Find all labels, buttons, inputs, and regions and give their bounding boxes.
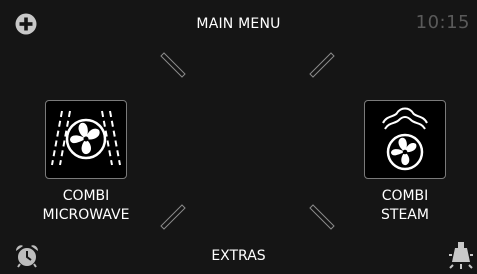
divider-bottom-right bbox=[307, 202, 337, 232]
combi-steam-icon bbox=[382, 107, 428, 171]
combi-steam-label: COMBI STEAM bbox=[350, 187, 460, 225]
combi-microwave-label-line1: COMBI bbox=[62, 188, 110, 204]
combi-microwave-icon bbox=[51, 110, 121, 166]
divider-top-right bbox=[307, 50, 337, 80]
combi-steam-button[interactable] bbox=[364, 100, 446, 179]
extras-button[interactable]: EXTRAS bbox=[0, 248, 477, 264]
divider-top-left bbox=[158, 50, 188, 80]
lamp-icon bbox=[449, 242, 473, 269]
divider-bottom-left bbox=[158, 202, 188, 232]
oven-light-button[interactable] bbox=[447, 240, 475, 270]
combi-microwave-button[interactable] bbox=[45, 100, 127, 179]
combi-microwave-label-line2: MICROWAVE bbox=[42, 207, 130, 223]
oven-main-menu-screen: MAIN MENU 10:15 COMBI MICROWAVE COMBI ST… bbox=[0, 0, 477, 274]
combi-steam-label-line1: COMBI bbox=[381, 188, 429, 204]
combi-microwave-label: COMBI MICROWAVE bbox=[30, 187, 142, 225]
screen-title: MAIN MENU bbox=[196, 16, 281, 32]
combi-steam-label-line2: STEAM bbox=[381, 207, 429, 223]
clock-display: 10:15 bbox=[415, 12, 470, 33]
